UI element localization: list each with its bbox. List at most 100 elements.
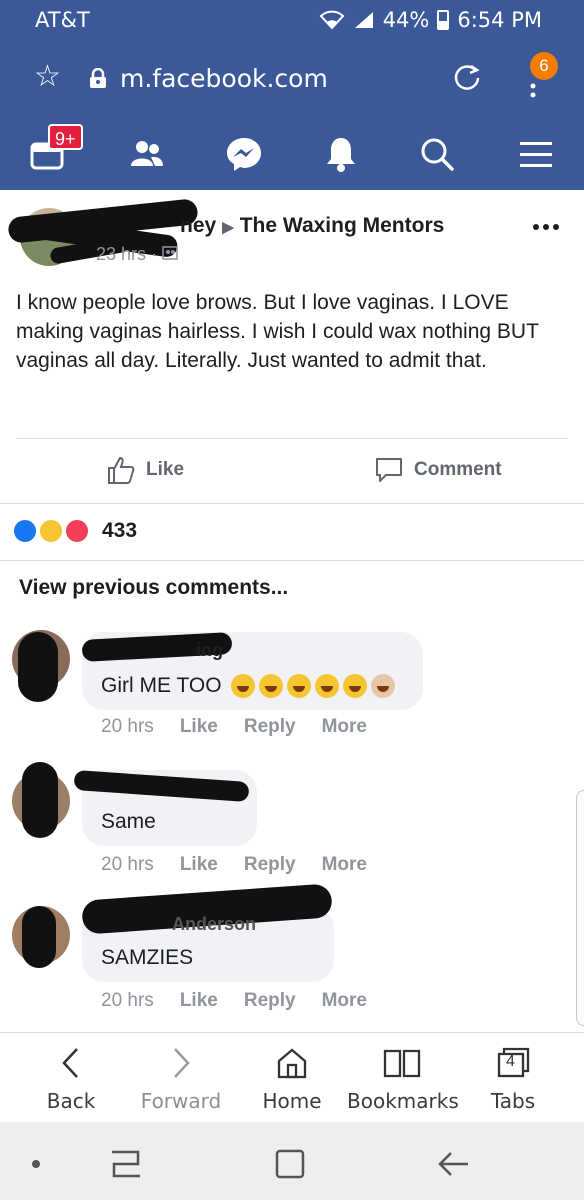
comment-button[interactable]: Comment: [374, 455, 502, 485]
commenter-name[interactable]: Anderson: [172, 914, 256, 935]
comment-more-button[interactable]: More: [322, 716, 367, 738]
comment-label: Comment: [414, 459, 502, 480]
laughing-emoji-icon: [287, 674, 312, 699]
forward-button[interactable]: Forward: [126, 1043, 236, 1113]
notifications-count-badge: 9+: [48, 124, 83, 150]
url-field[interactable]: m.facebook.com: [120, 64, 328, 93]
reaction-count: 433: [102, 519, 138, 542]
comment-bubble: ing Girl ME TOO: [81, 632, 423, 710]
edge-panel-handle[interactable]: [576, 790, 584, 1026]
home-button[interactable]: Home: [237, 1043, 347, 1113]
comment-text-content: Girl ME TOO: [101, 674, 222, 697]
search-tab[interactable]: [416, 132, 460, 176]
comment-more-button[interactable]: More: [322, 854, 367, 876]
comment-time[interactable]: 20 hrs: [101, 716, 154, 738]
comment-like-button[interactable]: Like: [180, 716, 218, 738]
divider: [0, 560, 584, 561]
forward-label: Forward: [140, 1089, 222, 1113]
hamburger-menu-icon: [520, 142, 552, 167]
friends-icon: [131, 141, 163, 166]
wifi-icon: [319, 10, 345, 30]
comment-like-button[interactable]: Like: [180, 990, 218, 1012]
comment-bubble: Same: [73, 769, 257, 846]
love-reaction-icon: [64, 518, 90, 544]
like-reaction-icon: [12, 518, 38, 544]
comment-text: SAMZIES: [101, 946, 194, 969]
home-icon: [277, 1048, 307, 1079]
main-menu-tab[interactable]: [514, 132, 558, 176]
facepalm-emoji-icon: [371, 674, 396, 699]
star-icon[interactable]: ☆: [34, 62, 61, 92]
post-body: I know people love brows. But I love vag…: [16, 291, 539, 372]
facebook-nav-bar: 9+: [0, 118, 584, 190]
status-indicators: 44% 6:54 PM: [319, 8, 542, 32]
comment-reply-button[interactable]: Reply: [244, 716, 296, 738]
bookmarks-label: Bookmarks: [347, 1089, 459, 1113]
post-actions: Like Comment: [0, 440, 584, 500]
battery-icon: [437, 10, 450, 30]
view-previous-comments-link[interactable]: View previous comments...: [19, 576, 288, 600]
arrow-right-icon: ▶: [222, 219, 234, 236]
signal-icon: [354, 12, 373, 28]
like-label: Like: [146, 459, 185, 480]
back-arrow-icon[interactable]: [434, 1144, 474, 1184]
tab-count: 4: [506, 1053, 515, 1070]
laughing-emoji-icon: [231, 674, 256, 699]
redaction-mark: [22, 762, 58, 838]
reactions-summary[interactable]: 433: [0, 504, 584, 560]
group-name[interactable]: The Waxing Mentors: [240, 214, 445, 237]
tabs-label: Tabs: [490, 1089, 536, 1113]
thumbs-up-icon: [108, 456, 135, 484]
comment-like-button[interactable]: Like: [180, 854, 218, 876]
system-navigation-bar: [0, 1122, 584, 1200]
chevron-right-icon: [174, 1048, 190, 1078]
more-options-icon[interactable]: [531, 222, 561, 232]
redaction-mark: [18, 632, 58, 702]
comment-reply-button[interactable]: Reply: [244, 990, 296, 1012]
messenger-icon: [227, 138, 261, 171]
tabs-button[interactable]: 4 Tabs: [458, 1043, 568, 1113]
author-name[interactable]: ney: [180, 214, 216, 237]
status-bar: AT&T 44% 6:54 PM: [0, 0, 584, 40]
bookmarks-button[interactable]: Bookmarks: [347, 1043, 459, 1113]
comment-more-button[interactable]: More: [322, 990, 367, 1012]
laughing-emoji-icon: [259, 674, 284, 699]
comment-meta: 20 hrs Like Reply More: [101, 990, 393, 1012]
home-square-icon[interactable]: [270, 1144, 310, 1184]
clock: 6:54 PM: [457, 8, 542, 32]
comment-time[interactable]: 20 hrs: [101, 854, 154, 876]
search-icon: [421, 138, 454, 171]
dot-icon[interactable]: [16, 1144, 56, 1184]
carrier-label: AT&T: [35, 8, 90, 32]
comment-meta: 20 hrs Like Reply More: [101, 854, 393, 876]
recent-apps-icon[interactable]: [106, 1144, 146, 1184]
post-header-names: ney ▶ The Waxing Mentors: [180, 214, 444, 238]
lock-icon: [90, 68, 106, 88]
menu-badge: 6: [530, 52, 558, 80]
bookmarks-icon: [383, 1049, 421, 1078]
divider: [16, 438, 568, 439]
comment-text: Girl ME TOO: [101, 674, 396, 699]
redaction-mark: [22, 906, 56, 968]
group-privacy-icon: [162, 246, 178, 260]
browser-url-bar: ☆ m.facebook.com 6: [0, 40, 584, 118]
redaction-mark: [73, 769, 250, 803]
home-label: Home: [262, 1089, 322, 1113]
back-button[interactable]: Back: [16, 1043, 126, 1113]
chevron-left-icon: [62, 1048, 78, 1078]
notifications-tab[interactable]: [319, 132, 363, 176]
commenter-name[interactable]: ing: [196, 640, 223, 661]
comment-time[interactable]: 20 hrs: [101, 990, 154, 1012]
friend-requests-tab[interactable]: [125, 132, 169, 176]
reload-icon[interactable]: [451, 62, 483, 94]
haha-reaction-icon: [38, 518, 64, 544]
browser-toolbar: Back Forward Home Bookmarks 4 Tabs: [0, 1032, 584, 1122]
comment-bubble: Anderson SAMZIES: [81, 883, 334, 982]
post-timestamp[interactable]: 23 hrs ·: [96, 244, 178, 265]
bell-icon: [327, 138, 355, 172]
like-button[interactable]: Like: [106, 455, 184, 485]
messenger-tab[interactable]: [222, 132, 266, 176]
comment-reply-button[interactable]: Reply: [244, 854, 296, 876]
comment-text: Same: [101, 810, 156, 833]
comment-meta: 20 hrs Like Reply More: [101, 716, 393, 738]
